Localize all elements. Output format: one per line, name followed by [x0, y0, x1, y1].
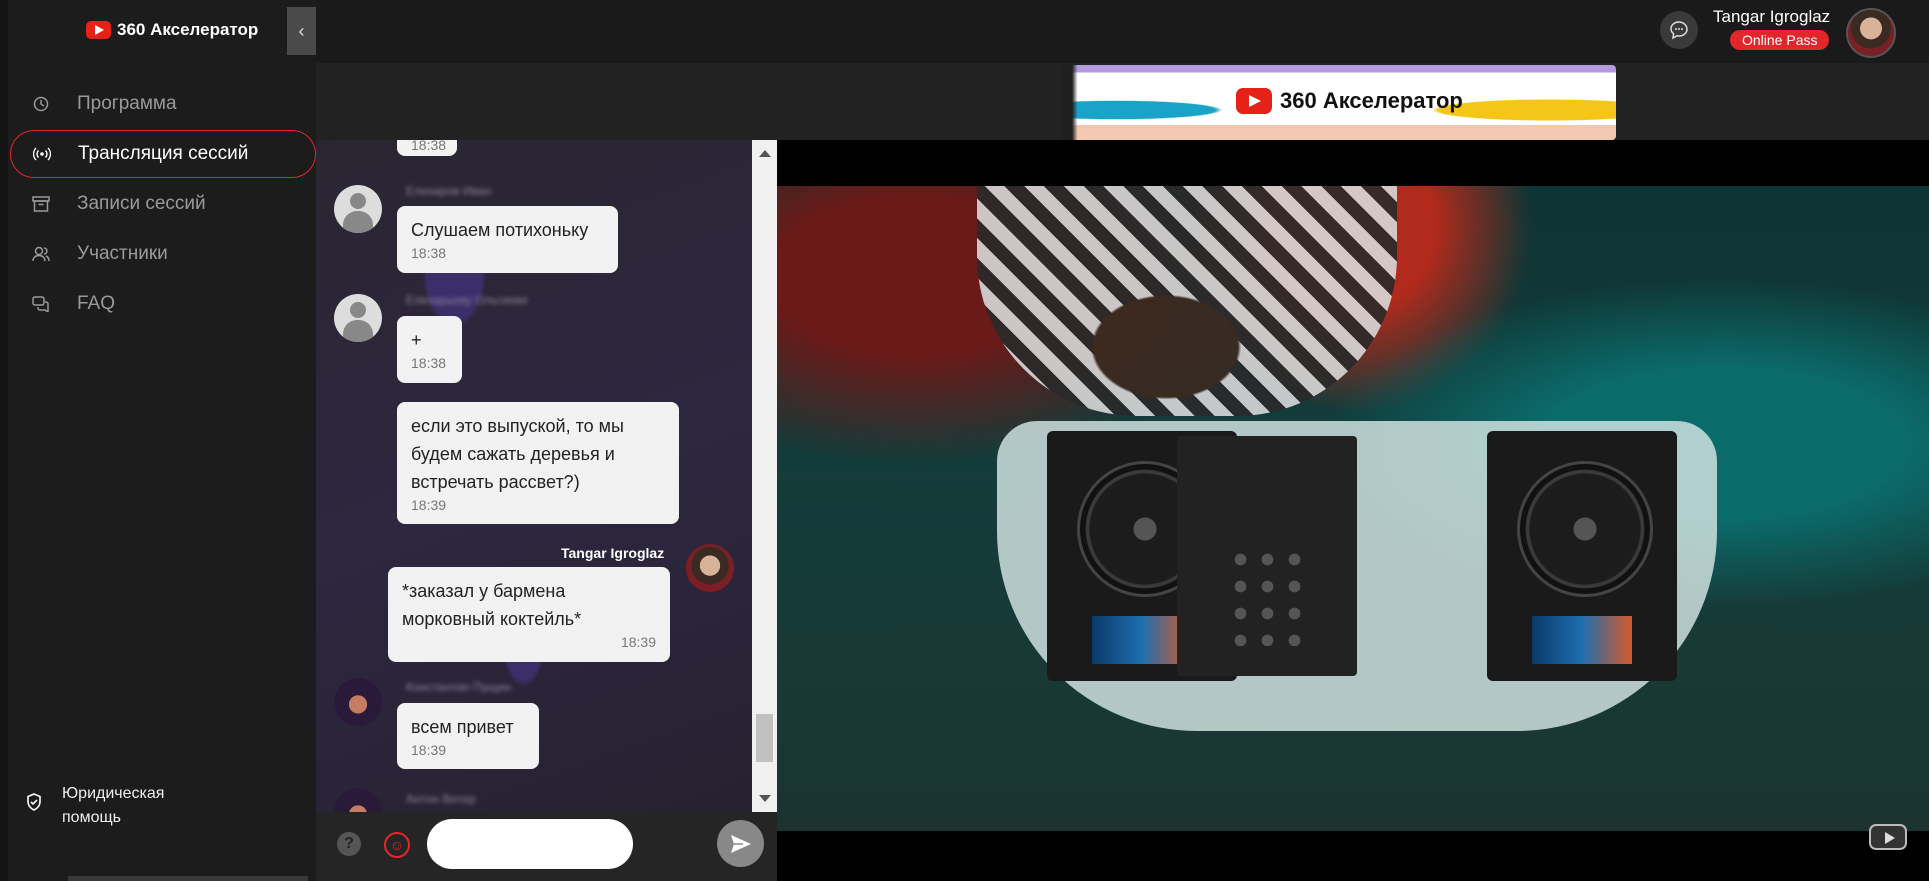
brand-name: 360 Акселератор	[117, 20, 259, 39]
chat-bubble: если это выпуской, то мы будем сажать де…	[397, 402, 679, 524]
message-time: 18:39	[411, 497, 447, 513]
avatar	[334, 678, 382, 726]
shield-check-icon	[26, 793, 42, 819]
users-icon	[30, 243, 52, 265]
message-text: *заказал у бармена морковный коктейль*	[402, 581, 582, 629]
chat-bubbles-icon	[30, 293, 52, 315]
sidebar-item-label: Трансляция сессий	[78, 143, 249, 164]
status-badge: Online Pass	[1730, 30, 1830, 50]
youtube-icon[interactable]	[1869, 824, 1907, 850]
chat-message-input[interactable]	[427, 819, 633, 869]
video-frame[interactable]	[777, 186, 1929, 831]
avatar	[334, 185, 382, 233]
collapse-sidebar-button[interactable]: ‹	[287, 7, 316, 55]
event-banner: 360 Акселератор	[316, 63, 1929, 140]
scrollbar-thumb[interactable]	[756, 714, 773, 762]
message-text: если это выпуской, то мы будем сажать де…	[411, 416, 624, 492]
message-time: 18:38	[411, 245, 447, 261]
chat-bubble: 18:38	[397, 140, 457, 156]
clock-icon	[30, 93, 52, 115]
message-time: 18:38	[411, 355, 447, 371]
message-time: 18:38	[411, 140, 447, 153]
message-sender: Елизарьеву Ольгиеве	[406, 293, 529, 307]
video-deck-screen	[1532, 616, 1632, 664]
avatar[interactable]	[1846, 8, 1896, 58]
video-jog-wheel	[1517, 461, 1653, 597]
message-sender: Елизаров Иван	[406, 184, 492, 198]
brand-logo[interactable]: 360 Акселератор	[86, 20, 258, 40]
video-player[interactable]	[777, 140, 1929, 881]
banner-logo: 360 Акселератор	[1236, 88, 1463, 114]
banner-logo-text: 360 Акселератор	[1280, 88, 1463, 113]
sidebar-item-broadcast[interactable]: Трансляция сессий	[10, 130, 316, 178]
sidebar-nav: Программа Трансляция сессий Записи сесси…	[10, 80, 316, 330]
message-text: +	[411, 330, 422, 350]
sidebar-item-participants[interactable]: Участники	[10, 230, 316, 278]
chat-panel: 18:38 Елизаров Иван Слушаем потихоньку 1…	[316, 140, 777, 812]
help-icon[interactable]: ?	[337, 832, 361, 856]
chat-bubble: Слушаем потихоньку 18:38	[397, 206, 618, 273]
avatar	[686, 544, 734, 592]
message-text: Слушаем потихоньку	[411, 220, 589, 240]
video-mixer-knobs	[1227, 546, 1307, 646]
message-sender: Антон Ветер	[406, 792, 476, 806]
emoji-icon[interactable]: ☺	[384, 832, 410, 858]
send-icon	[730, 834, 751, 853]
video-dj-deck	[1487, 431, 1677, 681]
avatar	[334, 294, 382, 342]
message-sender: Tangar Igroglaz	[561, 545, 665, 561]
legal-help-link[interactable]: Юридическая помощь	[26, 782, 164, 830]
video-person	[977, 186, 1397, 416]
sidebar-item-label: Программа	[77, 93, 177, 114]
sidebar: 360 Акселератор ‹ Программа Трансляция с…	[0, 0, 316, 881]
youtube-icon	[86, 21, 111, 39]
archive-icon	[30, 193, 52, 215]
message-text: всем привет	[411, 717, 514, 737]
sidebar-item-label: Участники	[77, 243, 168, 264]
legal-help-label: Юридическая помощь	[62, 782, 164, 830]
chat-bubble: всем привет 18:39	[397, 703, 539, 769]
sidebar-edge	[0, 0, 8, 881]
legal-line-2: помощь	[62, 809, 121, 826]
send-button[interactable]	[717, 820, 764, 867]
scroll-up-arrow-icon[interactable]	[759, 150, 771, 157]
video-mixer	[1177, 436, 1357, 676]
chat-bubble: + 18:38	[397, 316, 462, 383]
legal-line-1: Юридическая	[62, 785, 165, 802]
messages-button[interactable]	[1660, 11, 1698, 49]
chat-bubble: *заказал у бармена морковный коктейль* 1…	[388, 567, 670, 662]
chat-scrollbar[interactable]	[752, 140, 777, 812]
sidebar-scrollbar[interactable]	[68, 876, 308, 881]
chat-composer: ? ☺	[316, 812, 777, 881]
scroll-down-arrow-icon[interactable]	[759, 795, 771, 802]
message-dots-icon	[1670, 21, 1688, 40]
chevron-left-icon: ‹	[298, 20, 305, 41]
sidebar-item-faq[interactable]: FAQ	[10, 280, 316, 328]
sidebar-item-recordings[interactable]: Записи сессий	[10, 180, 316, 228]
youtube-icon	[1236, 88, 1272, 114]
broadcast-icon	[31, 143, 53, 165]
sidebar-item-label: Записи сессий	[77, 193, 206, 214]
message-time: 18:39	[411, 742, 447, 758]
message-sender: Константин Пущин	[406, 680, 511, 694]
sidebar-item-program[interactable]: Программа	[10, 80, 316, 128]
user-name: Tangar Igroglaz	[1713, 7, 1831, 26]
message-time: 18:39	[620, 634, 656, 650]
sidebar-item-label: FAQ	[77, 293, 116, 314]
